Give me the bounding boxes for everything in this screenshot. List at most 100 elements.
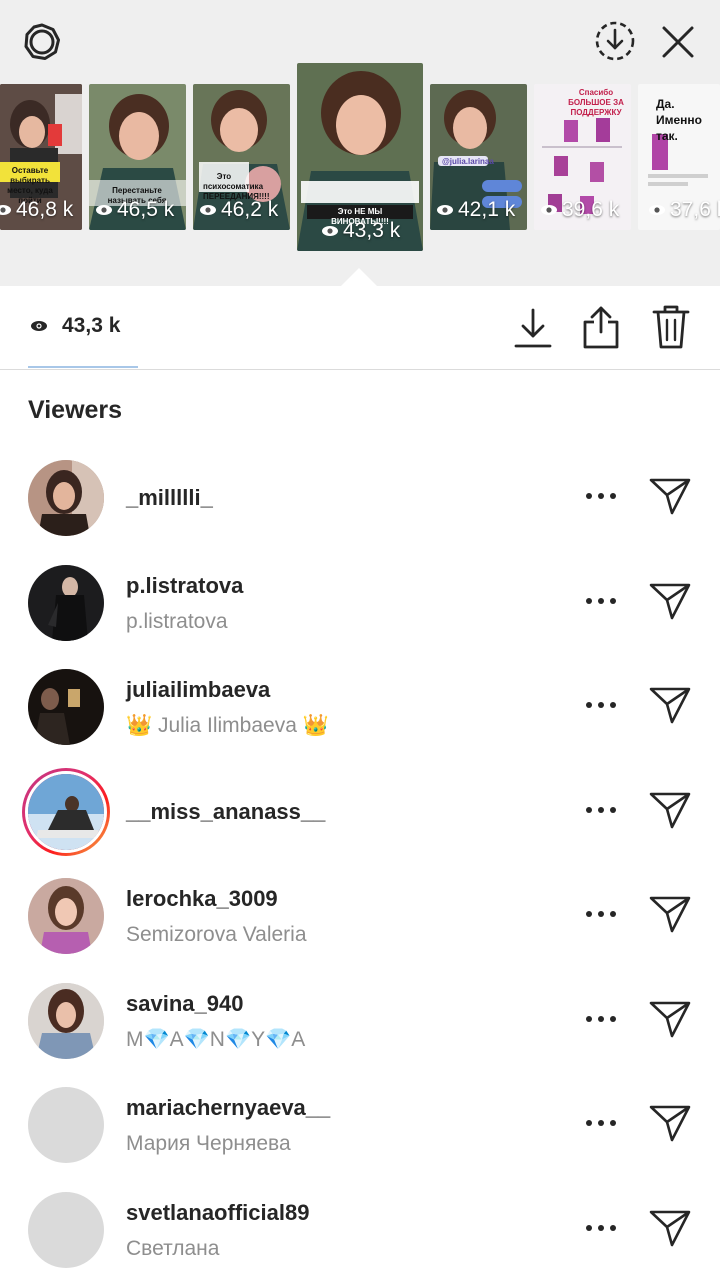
viewer-full-name: M💎A💎N💎Y💎A	[126, 1027, 306, 1051]
avatar[interactable]	[28, 460, 104, 536]
dot-icon	[586, 911, 592, 917]
dot-icon	[586, 1224, 592, 1231]
story-view-count: 37,6 k	[648, 198, 720, 222]
viewer-row[interactable]: _millllli_	[0, 444, 720, 549]
viewer-username[interactable]: __miss_ananass__	[126, 799, 325, 825]
story-thumbnail-selected[interactable]: Это НЕ МЫ ВИНОВАТЫ!!!! 43,3 k	[297, 63, 423, 251]
send-message-icon[interactable]	[648, 894, 692, 934]
view-count-tab[interactable]: 43,3 k	[30, 314, 120, 338]
delete-button[interactable]	[650, 302, 692, 352]
dot-icon	[610, 911, 616, 917]
send-message-icon[interactable]	[648, 1103, 692, 1143]
viewer-username[interactable]: juliailimbaeva	[126, 677, 270, 703]
story-thumbnail[interactable]: Оставьте выбирать место, куда пойти 46,8…	[0, 84, 82, 230]
dot-icon	[598, 911, 604, 917]
story-thumbnail[interactable]: @julia.larinaa 42,1 k	[430, 84, 527, 230]
story-thumbnail[interactable]: Перестаньте называть себя 46,5 k	[89, 84, 186, 230]
avatar-photo	[28, 982, 104, 1059]
share-icon	[583, 306, 619, 349]
story-thumbnail[interactable]: Это психосоматика ПЕРЕЕДАНИЯ!!!! 46,2 k	[193, 84, 290, 230]
send-message-icon[interactable]	[648, 1208, 692, 1248]
eye-icon	[31, 321, 47, 331]
viewer-row[interactable]: savina_940 M💎A💎N💎Y💎A	[0, 967, 720, 1072]
viewers-heading: Viewers	[28, 396, 123, 424]
avatar[interactable]	[28, 564, 104, 641]
share-button[interactable]	[580, 302, 622, 352]
viewer-username[interactable]: svetlanaofficial89	[126, 1200, 309, 1226]
story-caption: Спасибо БОЛЬШОЕ ЗА ПОДДЕРЖКУ	[568, 88, 624, 117]
dot-icon	[586, 806, 592, 813]
story-view-count: 46,2 k	[199, 198, 278, 222]
more-options-button[interactable]	[586, 486, 616, 506]
eye-icon	[0, 205, 11, 215]
download-button[interactable]	[512, 304, 554, 352]
download-icon	[514, 308, 552, 348]
dot-icon	[598, 493, 604, 499]
dot-icon	[610, 597, 616, 604]
avatar[interactable]	[28, 878, 104, 954]
send-message-icon[interactable]	[648, 790, 692, 830]
dot-icon	[586, 493, 592, 499]
dot-icon	[586, 597, 592, 604]
viewer-username[interactable]: _millllli_	[126, 485, 213, 511]
story-stats-bar: 43,3 k	[0, 286, 720, 370]
dot-icon	[610, 702, 616, 708]
avatar[interactable]	[28, 982, 104, 1059]
viewer-row[interactable]: p.listratova p.listratova	[0, 549, 720, 654]
avatar-photo	[28, 460, 104, 536]
dot-icon	[598, 1120, 604, 1126]
story-thumbnail-strip: Оставьте выбирать место, куда пойти 46,8…	[0, 0, 720, 286]
eye-icon	[437, 205, 453, 215]
story-caption: Да. Именно так.	[656, 97, 703, 143]
view-count-label: 43,3 k	[62, 314, 121, 337]
viewer-full-name: Мария Черняева	[126, 1132, 291, 1155]
dot-icon	[598, 702, 604, 708]
more-options-button[interactable]	[586, 695, 616, 715]
story-thumbnail[interactable]: Спасибо БОЛЬШОЕ ЗА ПОДДЕРЖКУ 39,6 k	[534, 84, 631, 230]
viewer-username[interactable]: savina_940	[126, 991, 243, 1017]
viewer-row[interactable]: juliailimbaeva 👑 Julia Ilimbaeva 👑	[0, 653, 720, 758]
avatar[interactable]	[28, 669, 104, 745]
viewer-full-name: Светлана	[126, 1236, 220, 1260]
viewer-full-name: p.listratova	[126, 609, 228, 633]
more-options-button[interactable]	[586, 591, 616, 611]
viewers-list: _millllli_ p.listratova p.listratova jul…	[0, 444, 720, 1280]
story-view-count: 39,6 k	[540, 198, 619, 222]
eye-icon	[322, 226, 338, 236]
dot-icon	[610, 1015, 616, 1022]
viewer-full-name: 👑 Julia Ilimbaeva 👑	[126, 714, 329, 737]
selected-story-pointer	[341, 268, 377, 286]
viewer-row[interactable]: lerochka_3009 Semizorova Valeria	[0, 862, 720, 967]
more-options-button[interactable]	[586, 1113, 616, 1133]
dot-icon	[610, 806, 616, 813]
eye-icon	[96, 205, 112, 215]
avatar-placeholder[interactable]	[28, 1191, 104, 1268]
eye-icon	[649, 205, 665, 215]
viewer-username[interactable]: lerochka_3009	[126, 886, 278, 912]
avatar-placeholder[interactable]	[28, 1087, 104, 1163]
viewer-username[interactable]: mariachernyaeva__	[126, 1095, 330, 1121]
story-view-count: 46,5 k	[95, 198, 174, 222]
send-message-icon[interactable]	[648, 476, 692, 516]
viewer-row[interactable]: mariachernyaeva__ Мария Черняева	[0, 1071, 720, 1176]
viewer-row[interactable]: __miss_ananass__	[0, 758, 720, 863]
viewer-username[interactable]: p.listratova	[126, 573, 243, 599]
dot-icon	[586, 702, 592, 708]
viewer-row[interactable]: svetlanaofficial89 Светлана	[0, 1176, 720, 1280]
more-options-button[interactable]	[586, 1218, 616, 1238]
avatar-with-story-ring[interactable]	[22, 767, 110, 856]
story-thumbnail[interactable]: Да. Именно так. 37,6 k	[638, 84, 720, 230]
send-message-icon[interactable]	[648, 999, 692, 1039]
send-message-icon[interactable]	[648, 685, 692, 725]
eye-icon	[541, 205, 557, 215]
story-view-count: 42,1 k	[436, 198, 515, 222]
dot-icon	[598, 1015, 604, 1022]
more-options-button[interactable]	[586, 904, 616, 924]
trash-icon	[652, 305, 690, 349]
send-message-icon[interactable]	[648, 581, 692, 621]
more-options-button[interactable]	[586, 1009, 616, 1029]
dot-icon	[610, 493, 616, 499]
eye-icon	[200, 205, 216, 215]
more-options-button[interactable]	[586, 800, 616, 820]
dot-icon	[598, 597, 604, 604]
